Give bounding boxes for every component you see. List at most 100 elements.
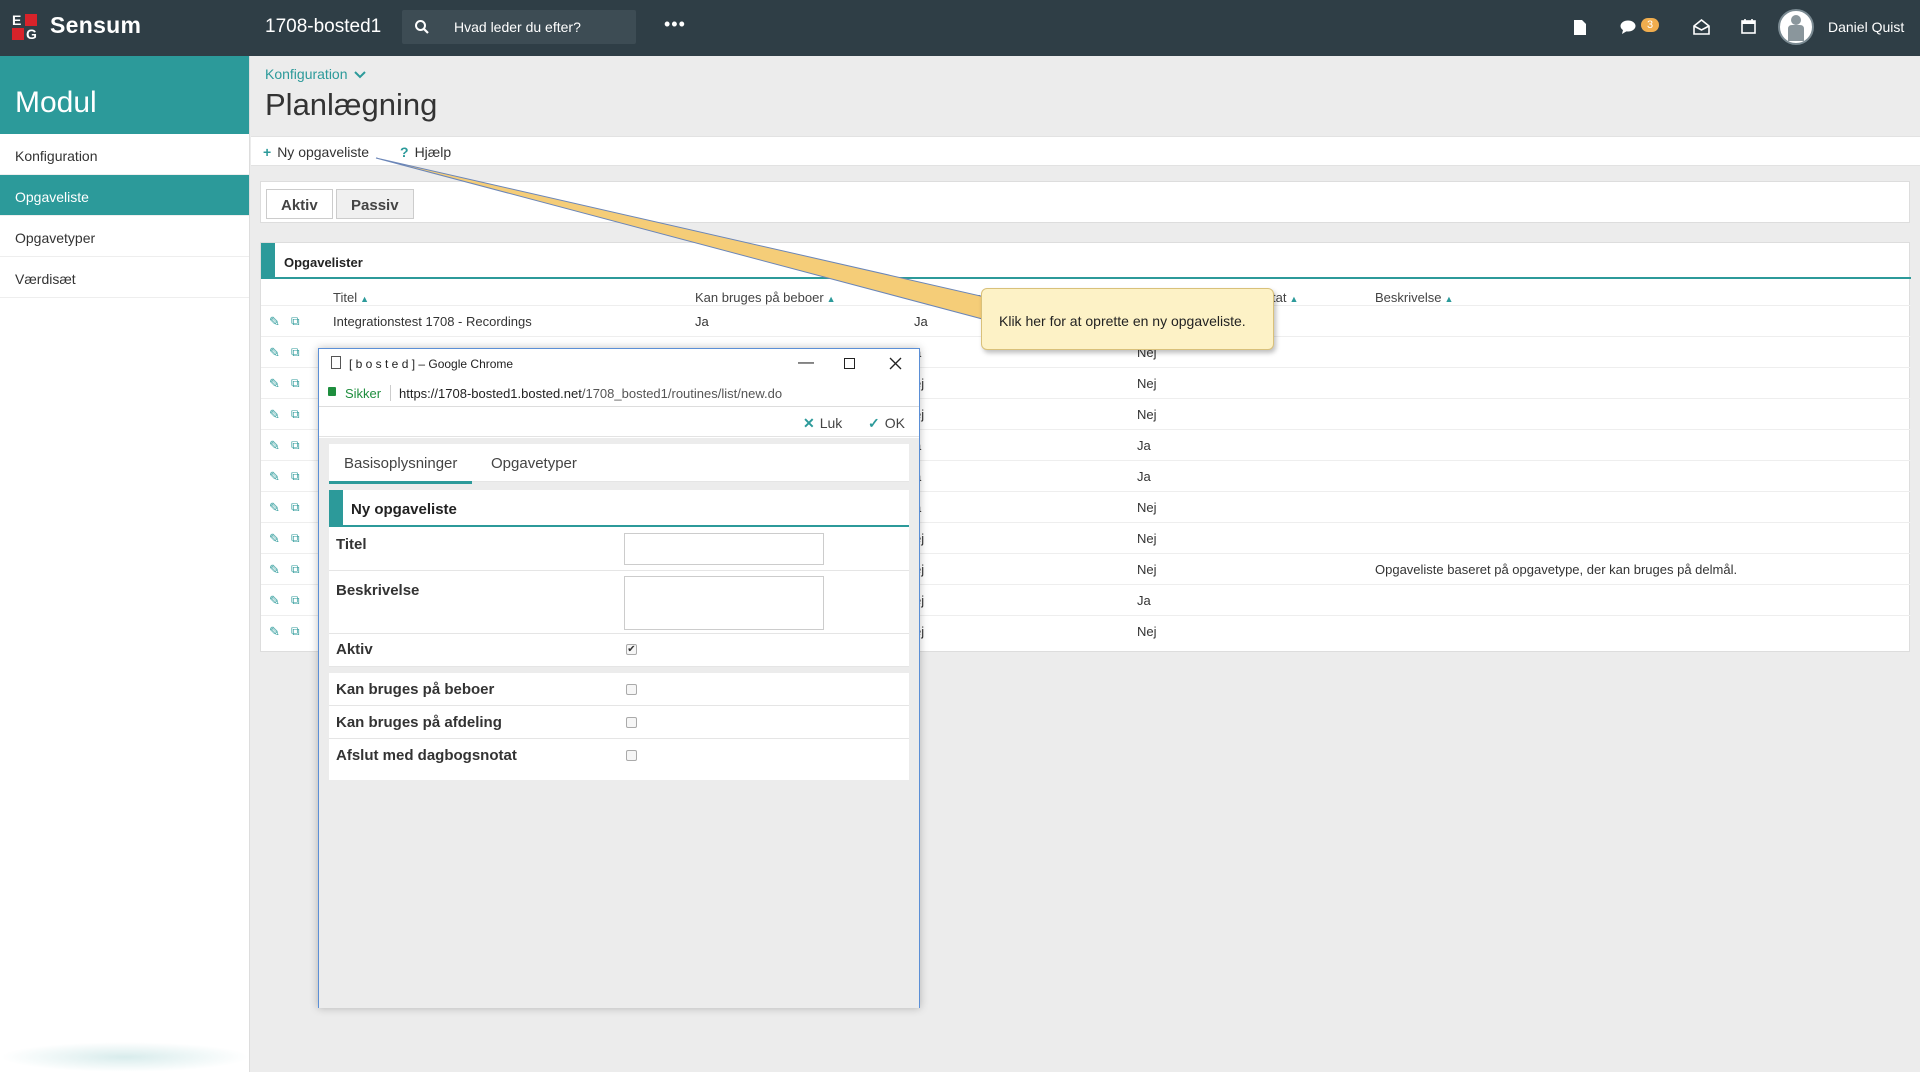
popup-title-bar[interactable]: [ b o s t e d ] – Google Chrome — [319, 349, 919, 379]
check-icon: ✓ [868, 415, 880, 431]
breadcrumb[interactable]: Konfiguration [265, 66, 367, 82]
plus-icon: + [263, 144, 272, 160]
edit-pencil-icon[interactable]: ✎ [269, 376, 280, 392]
column-header-titel[interactable]: Titel ▲ [333, 290, 369, 305]
search-input[interactable]: Hvad leder du efter? [402, 10, 636, 44]
eg-logo[interactable]: EG Sensum [12, 10, 142, 46]
column-header-beskrivelse[interactable]: Beskrivelse ▲ [1375, 290, 1453, 305]
secure-label: Sikker [345, 386, 382, 401]
edit-pencil-icon[interactable]: ✎ [269, 531, 280, 547]
afdeling-checkbox[interactable] [626, 717, 637, 728]
search-icon [415, 20, 429, 34]
edit-pencil-icon[interactable]: ✎ [269, 469, 280, 485]
copy-icon[interactable]: ⧉ [291, 500, 300, 515]
x-icon: ✕ [803, 415, 815, 431]
edit-pencil-icon[interactable]: ✎ [269, 593, 280, 609]
copy-icon[interactable]: ⧉ [291, 376, 300, 391]
site-name[interactable]: 1708-bosted1 [265, 16, 381, 38]
tab-aktiv[interactable]: Aktiv [266, 189, 333, 219]
field-row-beskrivelse: Beskrivelse [329, 571, 909, 634]
tab-passiv[interactable]: Passiv [336, 189, 414, 219]
new-list-button[interactable]: + Ny opgaveliste [263, 144, 369, 160]
message-count-badge: 3 [1641, 18, 1660, 32]
address-bar[interactable]: Sikker https://1708-bosted1.bosted.net/1… [319, 379, 919, 407]
copy-icon[interactable]: ⧉ [291, 407, 300, 422]
eg-logo-mark: EG [12, 12, 37, 42]
row-dagbog: Nej [1137, 562, 1157, 577]
inbox-icon[interactable] [1693, 19, 1710, 35]
edit-pencil-icon[interactable]: ✎ [269, 500, 280, 516]
sidebar-glow [0, 1042, 250, 1072]
dagbog-label: Afslut med dagbogsnotat [336, 747, 517, 764]
row-dagbog: Ja [1137, 469, 1151, 484]
brand-name: Sensum [50, 12, 142, 38]
field-row-beboer: Kan bruges på beboer [329, 673, 909, 706]
field-row-dagbog: Afslut med dagbogsnotat [329, 739, 909, 772]
row-dagbog: Nej [1137, 624, 1157, 639]
row-afdeling: Ja [914, 314, 928, 329]
sidebar-item-vaerdisaet[interactable]: Værdisæt [0, 257, 249, 298]
copy-icon[interactable]: ⧉ [291, 562, 300, 577]
minimize-icon[interactable]: — [798, 354, 814, 372]
sidebar-item-konfiguration[interactable]: Konfiguration [0, 134, 249, 175]
edit-pencil-icon[interactable]: ✎ [269, 624, 280, 640]
ok-button[interactable]: ✓ OK [868, 415, 905, 432]
page-icon [331, 356, 341, 369]
calendar-icon[interactable] [1741, 18, 1756, 34]
sidebar-item-opgaveliste[interactable]: Opgaveliste [0, 175, 249, 216]
titel-input[interactable] [624, 533, 824, 565]
popup-tabs: Basisoplysninger Opgavetyper [329, 444, 909, 484]
row-dagbog: Ja [1137, 593, 1151, 608]
copy-icon[interactable]: ⧉ [291, 314, 300, 329]
form-header: Ny opgaveliste [329, 490, 909, 527]
document-icon[interactable] [1573, 19, 1587, 36]
copy-icon[interactable]: ⧉ [291, 345, 300, 360]
help-label: Hjælp [414, 144, 452, 160]
field-row-aktiv: Aktiv ✔ [329, 634, 909, 667]
field-row-afdeling: Kan bruges på afdeling [329, 706, 909, 739]
help-tooltip: Klik her for at oprette en ny opgavelist… [981, 288, 1274, 350]
column-header-dagbog[interactable]: tat ▲ [1272, 290, 1298, 305]
url-text: https://1708-bosted1.bosted.net/1708_bos… [399, 386, 782, 401]
copy-icon[interactable]: ⧉ [291, 469, 300, 484]
breadcrumb-label: Konfiguration [265, 66, 348, 82]
edit-pencil-icon[interactable]: ✎ [269, 562, 280, 578]
top-bar: EG Sensum 1708-bosted1 Hvad leder du eft… [0, 0, 1920, 56]
copy-icon[interactable]: ⧉ [291, 438, 300, 453]
sort-asc-icon: ▲ [826, 294, 836, 304]
dagbog-checkbox[interactable] [626, 750, 637, 761]
copy-icon[interactable]: ⧉ [291, 531, 300, 546]
beskrivelse-textarea[interactable] [624, 576, 824, 630]
beboer-checkbox[interactable] [626, 684, 637, 695]
column-header-afdeling[interactable]: bruges [942, 290, 982, 305]
edit-pencil-icon[interactable]: ✎ [269, 438, 280, 454]
panel-title: Opgavelister [284, 255, 363, 270]
edit-pencil-icon[interactable]: ✎ [269, 407, 280, 423]
sidebar-item-opgavetyper[interactable]: Opgavetyper [0, 216, 249, 257]
lock-icon [328, 387, 336, 396]
url-path: /1708_bosted1/routines/list/new.do [581, 386, 783, 401]
close-window-icon[interactable] [889, 357, 902, 370]
copy-icon[interactable]: ⧉ [291, 593, 300, 608]
user-name[interactable]: Daniel Quist [1828, 19, 1904, 35]
help-button[interactable]: ? Hjælp [400, 144, 451, 160]
copy-icon[interactable]: ⧉ [291, 624, 300, 639]
new-list-form: Ny opgaveliste Titel Beskrivelse Aktiv ✔… [329, 490, 909, 780]
avatar[interactable] [1778, 9, 1814, 45]
aktiv-checkbox[interactable]: ✔ [626, 644, 637, 655]
edit-pencil-icon[interactable]: ✎ [269, 345, 280, 361]
row-beboer: Ja [695, 314, 709, 329]
row-dagbog: Nej [1137, 407, 1157, 422]
tab-opgavetyper[interactable]: Opgavetyper [491, 455, 577, 472]
tab-basisoplysninger[interactable]: Basisoplysninger [329, 455, 473, 484]
column-label: tat [1272, 290, 1287, 305]
close-button[interactable]: ✕ Luk [803, 415, 842, 432]
more-menu-button[interactable]: ••• [664, 14, 686, 35]
question-icon: ? [400, 144, 409, 160]
edit-pencil-icon[interactable]: ✎ [269, 314, 280, 330]
column-header-beboer[interactable]: Kan bruges på beboer ▲ [695, 290, 836, 305]
row-dagbog: Ja [1137, 438, 1151, 453]
sort-asc-icon: ▲ [1444, 294, 1454, 304]
maximize-icon[interactable] [844, 358, 855, 369]
chat-icon[interactable] [1620, 20, 1638, 35]
